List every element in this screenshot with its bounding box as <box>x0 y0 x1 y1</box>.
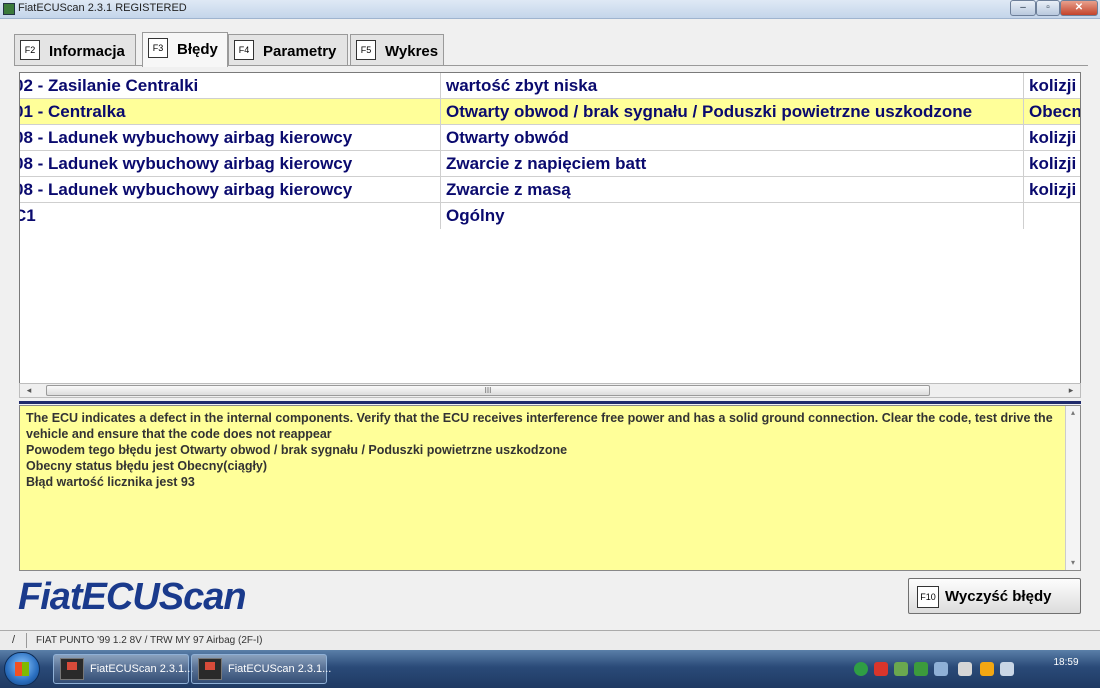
error-table[interactable]: 02 - Zasilanie Centralki wartość zbyt ni… <box>19 72 1081 384</box>
table-row[interactable]: 08 - Ladunek wybuchowy airbag kierowcy O… <box>19 125 1080 151</box>
maximize-button[interactable]: ▫ <box>1036 0 1060 16</box>
windows-logo-icon <box>15 662 29 676</box>
error-code-cell: C1 <box>20 206 36 225</box>
taskbar-item[interactable]: FiatECUScan 2.3.1... <box>53 654 193 684</box>
tab-informacja[interactable]: F2 Informacja <box>14 34 136 66</box>
scroll-up-icon[interactable]: ▴ <box>1066 406 1080 420</box>
error-code-cell: 08 - Ladunek wybuchowy airbag kierowcy <box>19 128 353 147</box>
taskbar-item-label: FiatECUScan 2.3.1... <box>228 663 332 675</box>
tab-label: Informacja <box>49 43 125 60</box>
status-separator: / <box>12 634 16 646</box>
column-divider <box>440 73 441 229</box>
display-icon[interactable] <box>934 662 948 676</box>
windows-taskbar: FiatECUScan 2.3.1... FiatECUScan 2.3.1..… <box>0 650 1100 688</box>
antivirus-icon[interactable] <box>874 662 888 676</box>
details-line: Powodem tego błędu jest Otwarty obwod / … <box>26 443 568 457</box>
window-title: FiatECUScan 2.3.1 REGISTERED <box>18 2 187 14</box>
error-description-cell: Zwarcie z masą <box>446 180 571 199</box>
status-divider <box>26 633 27 648</box>
error-status-cell: kolizji <box>1029 180 1077 199</box>
tab-label: Wykres <box>385 43 439 60</box>
tab-parametry[interactable]: F4 Parametry <box>228 34 348 66</box>
scroll-left-icon[interactable]: ◂ <box>22 384 36 397</box>
vehicle-info: FIAT PUNTO '99 1.2 8V / TRW MY 97 Airbag… <box>36 635 263 646</box>
volume-icon[interactable] <box>1000 662 1014 676</box>
battery-icon[interactable] <box>958 662 972 676</box>
details-line: Błąd wartość licznika jest 93 <box>26 475 195 489</box>
table-row-selected[interactable]: 01 - Centralka Otwarty obwod / brak sygn… <box>19 99 1081 125</box>
taskbar-item-label: FiatECUScan 2.3.1... <box>90 663 194 675</box>
error-description-cell: Otwarty obwod / brak sygnału / Poduszki … <box>446 102 973 121</box>
app-icon <box>3 3 15 15</box>
error-description-cell: wartość zbyt niska <box>446 76 598 95</box>
error-status-cell <box>1029 203 1080 229</box>
tab-label: Parametry <box>263 43 337 60</box>
error-status-cell: kolizji <box>1029 154 1077 173</box>
panel-separator <box>19 401 1081 404</box>
status-bar: / FIAT PUNTO '99 1.2 8V / TRW MY 97 Airb… <box>0 630 1100 651</box>
taskbar-item[interactable]: FiatECUScan 2.3.1... <box>191 654 331 684</box>
clear-errors-button[interactable]: F10 Wyczyść błędy <box>908 578 1081 614</box>
fiatecuscan-icon <box>60 658 84 680</box>
scroll-down-icon[interactable]: ▾ <box>1066 556 1080 570</box>
error-code-cell: 08 - Ladunek wybuchowy airbag kierowcy <box>19 154 353 173</box>
security-icon[interactable] <box>914 662 928 676</box>
clear-errors-label: Wyczyść błędy <box>945 588 1052 605</box>
error-description-cell: Otwarty obwód <box>446 128 569 147</box>
table-row[interactable]: C1 Ogólny <box>20 203 1080 229</box>
column-divider <box>1023 73 1024 229</box>
tab-wykres[interactable]: F5 Wykres <box>350 34 444 66</box>
error-status-cell: Obecn <box>1029 102 1081 121</box>
tab-bledy[interactable]: F3 Błędy <box>142 32 228 67</box>
error-code-cell: 02 - Zasilanie Centralki <box>19 76 199 95</box>
notification-flag-icon[interactable] <box>980 662 994 676</box>
details-line: Obecny status błędu jest Obecny(ciągły) <box>26 459 268 473</box>
fiatecuscan-logo: FiatECUScan <box>18 576 247 618</box>
horizontal-scrollbar[interactable]: ◂ III ▸ <box>19 383 1081 398</box>
table-row[interactable]: 08 - Ladunek wybuchowy airbag kierowcy Z… <box>19 151 1080 177</box>
minimize-button[interactable]: – <box>1010 0 1036 16</box>
update-icon[interactable] <box>854 662 868 676</box>
close-button[interactable]: ✕ <box>1060 0 1098 16</box>
error-code-cell: 01 - Centralka <box>19 102 126 121</box>
network-tool-icon[interactable] <box>894 662 908 676</box>
table-row[interactable]: 08 - Ladunek wybuchowy airbag kierowcy Z… <box>19 177 1080 203</box>
table-row[interactable]: 02 - Zasilanie Centralki wartość zbyt ni… <box>19 73 1080 99</box>
error-code-cell: 08 - Ladunek wybuchowy airbag kierowcy <box>19 180 353 199</box>
window-titlebar: FiatECUScan 2.3.1 REGISTERED – ▫ ✕ <box>0 0 1100 19</box>
f10-key-icon: F10 <box>917 586 939 608</box>
tab-label: Błędy <box>177 41 218 58</box>
details-line: The ECU indicates a defect in the intern… <box>26 411 1053 441</box>
scrollbar-thumb[interactable]: III <box>46 385 930 396</box>
clock[interactable]: 18:59 <box>1036 656 1096 669</box>
fiatecuscan-icon <box>198 658 222 680</box>
scroll-right-icon[interactable]: ▸ <box>1064 384 1078 397</box>
f4-key-icon: F4 <box>234 40 254 60</box>
f2-key-icon: F2 <box>20 40 40 60</box>
f3-key-icon: F3 <box>148 38 168 58</box>
error-description-cell: Zwarcie z napięciem batt <box>446 154 647 173</box>
error-details-panel: The ECU indicates a defect in the intern… <box>19 405 1081 571</box>
error-status-cell: kolizji <box>1029 76 1077 95</box>
vertical-scrollbar[interactable]: ▴ ▾ <box>1065 406 1080 570</box>
error-status-cell: kolizji <box>1029 128 1077 147</box>
f5-key-icon: F5 <box>356 40 376 60</box>
start-button[interactable] <box>4 652 40 686</box>
error-description-cell: Ogólny <box>446 206 505 225</box>
